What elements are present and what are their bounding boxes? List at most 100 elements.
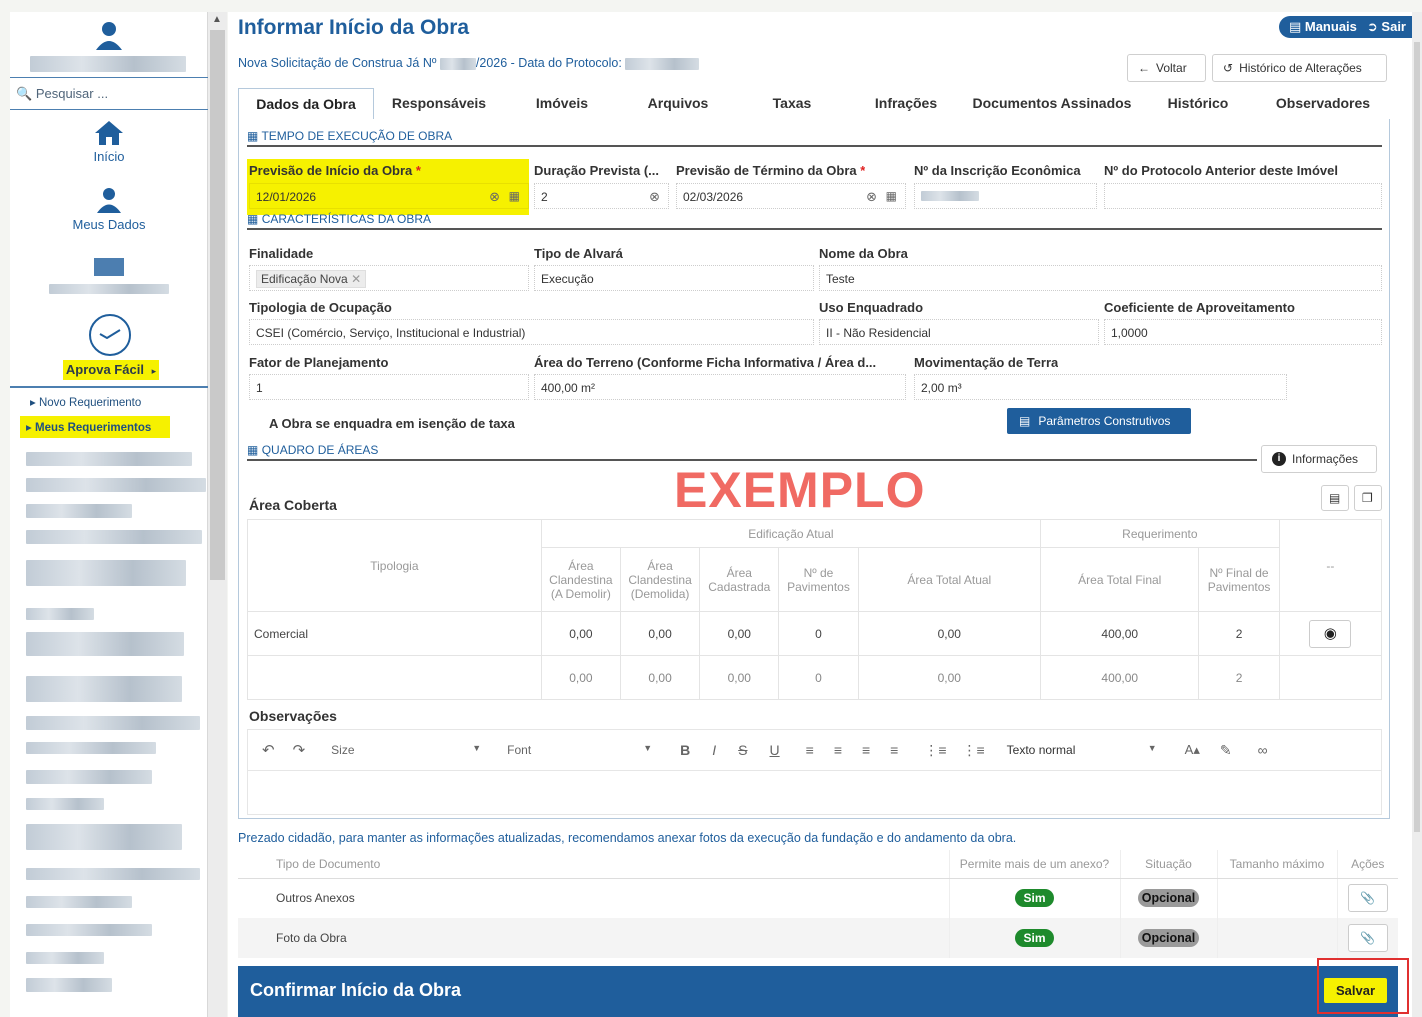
sidebar-item-label: Início [93,149,125,164]
caret-right-icon: ▸ [30,397,36,409]
underline-icon[interactable]: U [770,742,780,758]
historico-alteracoes-button[interactable]: ↺ Histórico de Alterações [1212,54,1387,82]
sidebar-item-inicio[interactable]: Início [10,120,208,164]
finalidade-select[interactable]: Edificação Nova ✕ [249,265,529,291]
col-situacao: Situação [1120,850,1218,879]
redo-icon[interactable]: ↷ [293,741,306,759]
doc-permite: Sim [949,878,1121,918]
caret-down-icon: ▼ [1147,743,1157,753]
tab-imoveis[interactable]: Imóveis [504,88,620,120]
inscricao-input[interactable] [914,183,1097,209]
tab-observadores[interactable]: Observadores [1256,88,1390,120]
nome-obra-input[interactable]: Teste [819,265,1382,291]
sim-badge: Sim [1015,889,1054,908]
user-panel [10,12,208,78]
fator-input[interactable]: 1 [249,374,529,400]
align-justify-icon[interactable]: ≡ [890,742,898,758]
clear-icon[interactable]: ⊗ [866,189,877,205]
group-requerimento: Requerimento [1040,519,1280,548]
logout-icon: ➲ [1366,19,1378,34]
view-button[interactable]: ◉ [1309,619,1352,648]
clear-icon[interactable]: ⊗ [489,189,500,205]
label-text: Previsão de Início da Obra [249,163,413,178]
tab-infracoes[interactable]: Infrações [848,88,964,120]
strikethrough-icon[interactable]: S [738,742,747,758]
font-select[interactable]: Font ▼ [507,743,652,757]
italic-icon[interactable]: I [712,742,716,758]
search-icon: 🔍 [16,86,33,101]
col-area-clandestina-demolir: Área Clandestina (A Demolir) [540,547,621,612]
sidebar-item-blurred[interactable] [10,258,208,294]
copy-button[interactable]: ❐ [1354,485,1382,511]
ordered-list-icon[interactable]: ⋮≡ [924,742,946,759]
highlight-pen-icon[interactable]: ✎ [1220,742,1232,759]
align-right-icon[interactable]: ≡ [862,742,870,758]
tab-arquivos[interactable]: Arquivos [620,88,736,120]
coeficiente-input[interactable]: 1,0000 [1104,319,1382,345]
manuais-button[interactable]: ▤ Manuais [1289,19,1357,35]
scrollbar-thumb[interactable] [1414,42,1420,832]
protocol-number-blurred [439,57,476,70]
scrollbar-thumb[interactable] [210,30,225,580]
tipologia-input[interactable]: CSEI (Comércio, Serviço, Institucional e… [249,319,814,345]
sair-button[interactable]: ➲ Sair [1367,19,1406,35]
align-left-icon[interactable]: ≡ [806,742,814,758]
calendar-icon[interactable]: ▦ [509,189,520,203]
sidebar-search[interactable]: 🔍 Pesquisar ... [10,80,208,110]
align-center-icon[interactable]: ≡ [834,742,842,758]
termino-input[interactable]: 02/03/2026 ⊗ ▦ [676,183,906,209]
salvar-button[interactable]: Salvar [1324,978,1388,1003]
inicio-input[interactable]: 12/01/2026 ⊗ ▦ [249,183,529,209]
voltar-label: Voltar [1156,61,1187,75]
clear-icon[interactable]: ⊗ [649,189,660,205]
aprova-facil-button[interactable]: Aprova Fácil ▸ [63,360,159,380]
user-icon [97,188,121,213]
calendar-icon[interactable]: ▦ [886,189,897,203]
alvara-input[interactable]: Execução [534,265,814,291]
sidebar-link-meus-requerimentos[interactable]: ▸ Meus Requerimentos [20,416,170,438]
link-icon[interactable]: ∞ [1258,742,1268,758]
tab-taxas[interactable]: Taxas [736,88,848,120]
document-icon: ▤ [1019,414,1031,428]
section-quadro-areas: ▦ QUADRO DE ÁREAS [247,443,1257,461]
parametros-construtivos-button[interactable]: ▤ Parâmetros Construtivos [1007,408,1191,434]
col-tamanho-maximo: Tamanho máximo [1217,850,1338,879]
observacoes-editor[interactable] [247,771,1382,815]
font-size-icon[interactable]: A▴ [1185,742,1200,758]
sidebar-scrollbar[interactable]: ▲ [208,12,227,1017]
undo-icon[interactable]: ↶ [262,741,275,759]
text-style-label: Texto normal [1006,743,1076,757]
bold-icon[interactable]: B [680,742,690,758]
tab-responsaveis[interactable]: Responsáveis [374,88,504,120]
uso-input[interactable]: II - Não Residencial [819,319,1099,345]
inscricao-label: Nº da Inscrição Econômica [914,163,1081,178]
table-row-total: 0,00 0,00 0,00 0 0,00 400,00 2 [247,655,1383,700]
print-button[interactable]: ▤ [1321,485,1349,511]
section-title: QUADRO DE ÁREAS [261,443,379,457]
sidebar-item-meus-dados[interactable]: Meus Dados [10,186,208,232]
tab-documentos-assinados[interactable]: Documentos Assinados [964,88,1140,120]
docs-table: Tipo de Documento Permite mais de um ane… [238,850,1398,958]
sidebar-link-novo-requerimento[interactable]: ▸ Novo Requerimento [30,395,141,409]
cell: 0,00 [619,611,701,656]
observacoes-label: Observações [249,708,337,724]
duracao-input[interactable]: 2 ⊗ [534,183,669,209]
voltar-button[interactable]: ← Voltar [1127,54,1206,82]
tab-dados-da-obra[interactable]: Dados da Obra [238,88,374,120]
area-terreno-input[interactable]: 400,00 m² [534,374,906,400]
text-style-select[interactable]: Texto normal ▼ [1007,743,1157,757]
remove-icon[interactable]: ✕ [351,272,361,286]
informacoes-button[interactable]: i Informações [1261,445,1377,473]
size-select[interactable]: Size ▼ [331,743,481,757]
cell: 400,00 [1040,611,1200,656]
opcional-badge: Opcional [1137,929,1200,947]
page-scrollbar[interactable] [1412,12,1422,1017]
tab-historico[interactable]: Histórico [1140,88,1256,120]
scroll-up-icon[interactable]: ▲ [212,14,222,25]
bullet-list-icon[interactable]: ⋮≡ [963,742,985,759]
movimentacao-input[interactable]: 2,00 m³ [914,374,1287,400]
attach-button[interactable]: 📎 [1347,924,1388,952]
attach-button[interactable]: 📎 [1347,884,1388,913]
home-icon [95,121,123,145]
protocolo-anterior-input[interactable] [1104,183,1382,209]
